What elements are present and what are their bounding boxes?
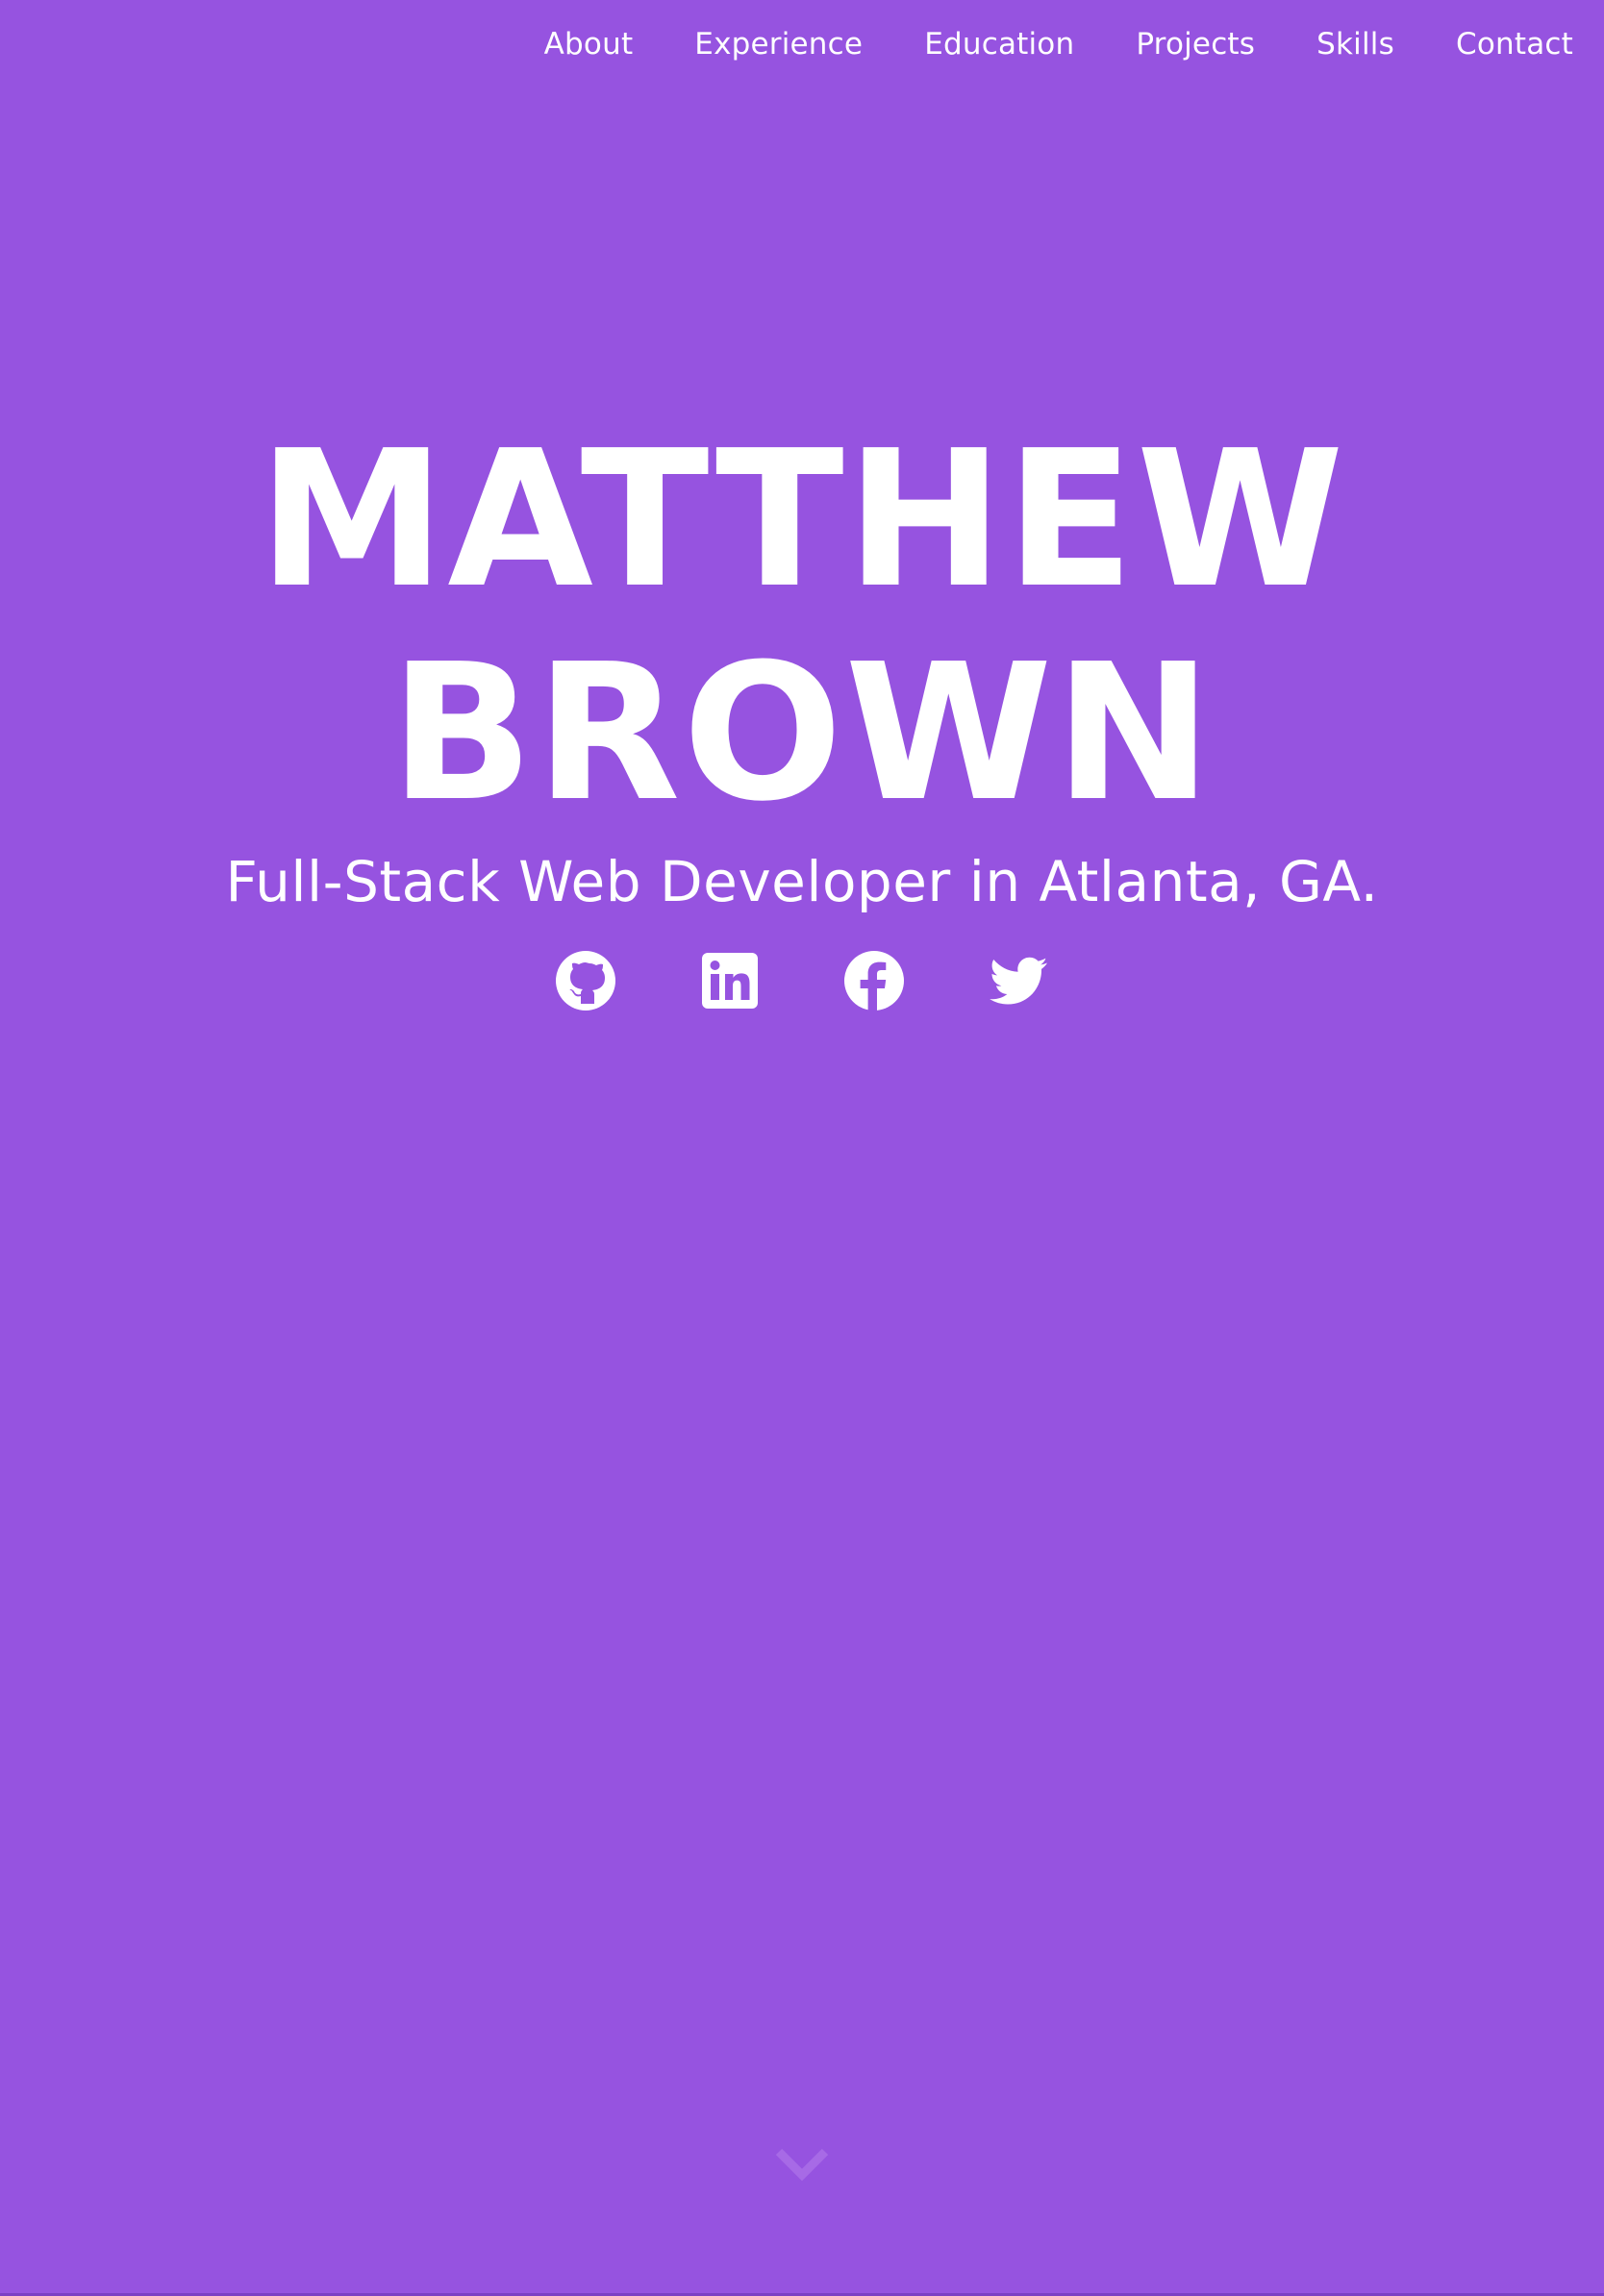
nav-list: About Experience Education Projects Skil… <box>544 25 1573 63</box>
hero-subtitle: Full-Stack Web Developer in Atlanta, GA. <box>225 849 1379 914</box>
nav-item-about[interactable]: About <box>544 25 634 63</box>
social-links <box>0 950 1604 1011</box>
nav-item-skills[interactable]: Skills <box>1316 25 1394 63</box>
github-icon <box>556 951 615 1011</box>
chevron-down-icon <box>775 2148 829 2182</box>
hero-first-name: MATTHEW <box>258 411 1346 630</box>
github-link[interactable] <box>555 950 616 1011</box>
twitter-icon <box>990 957 1047 1005</box>
twitter-link[interactable] <box>988 950 1049 1011</box>
hero-section: MATTHEW BROWN Full-Stack Web Developer i… <box>0 413 1604 1011</box>
nav-item-experience[interactable]: Experience <box>694 25 863 63</box>
page: About Experience Education Projects Skil… <box>0 0 1604 2296</box>
scroll-down-button[interactable] <box>773 2144 831 2183</box>
linkedin-link[interactable] <box>699 950 761 1011</box>
linkedin-icon <box>702 953 758 1009</box>
hero-name: MATTHEW BROWN <box>0 413 1604 840</box>
hero-last-name: BROWN <box>389 624 1215 843</box>
nav-item-projects[interactable]: Projects <box>1136 25 1255 63</box>
facebook-icon <box>844 951 904 1011</box>
top-nav: About Experience Education Projects Skil… <box>0 0 1604 87</box>
facebook-link[interactable] <box>843 950 905 1011</box>
nav-item-contact[interactable]: Contact <box>1456 25 1573 63</box>
nav-item-education[interactable]: Education <box>924 25 1074 63</box>
